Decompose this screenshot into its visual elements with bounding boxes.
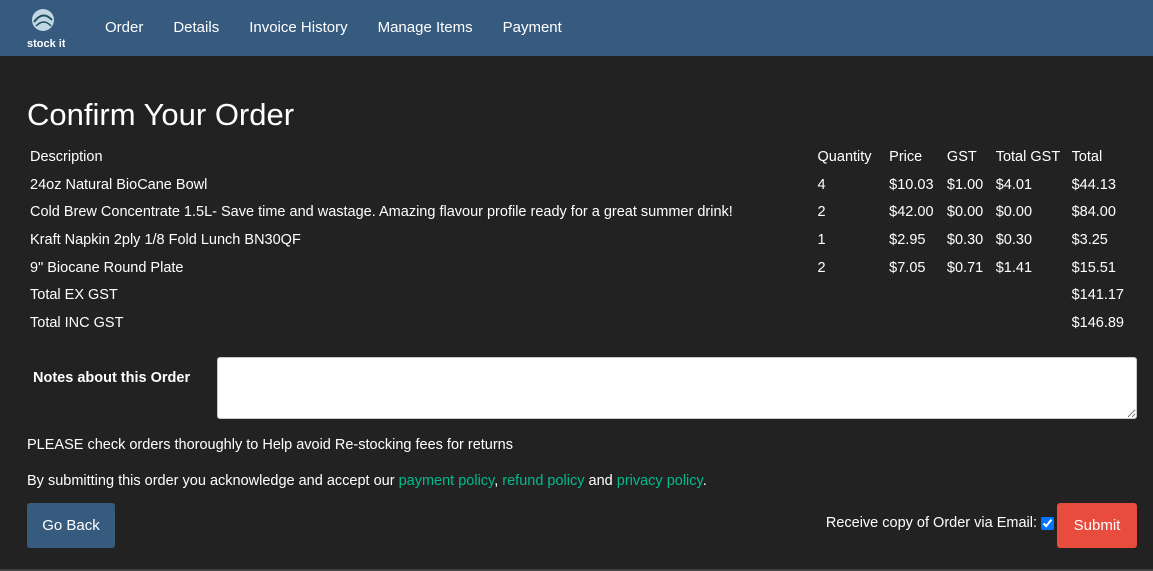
row-description: Cold Brew Concentrate 1.5L- Save time an… bbox=[30, 204, 733, 221]
logo-text: stock it bbox=[27, 38, 65, 50]
row-price: $7.05 bbox=[889, 259, 926, 276]
page-title: Confirm Your Order bbox=[27, 97, 295, 132]
header-price: Price bbox=[889, 149, 923, 165]
table-row: Kraft Napkin 2ply 1/8 Fold Lunch BN30QF … bbox=[27, 226, 1127, 254]
nav-details[interactable]: Details bbox=[158, 0, 234, 56]
total-inc-gst-label: Total INC GST bbox=[30, 314, 124, 331]
total-ex-gst-value: $141.17 bbox=[1071, 287, 1124, 304]
header-total-gst: Total GST bbox=[995, 149, 1061, 165]
row-description: Kraft Napkin 2ply 1/8 Fold Lunch BN30QF bbox=[30, 231, 301, 248]
row-total-gst: $1.41 bbox=[995, 259, 1033, 276]
row-total: $44.13 bbox=[1071, 176, 1116, 193]
row-price: $10.03 bbox=[889, 176, 934, 193]
table-row: 9" Biocane Round Plate 2 $7.05 $0.71 $1.… bbox=[27, 254, 1127, 282]
row-description: 24oz Natural BioCane Bowl bbox=[30, 176, 208, 193]
nav-manage-items[interactable]: Manage Items bbox=[363, 0, 488, 56]
header-description: Description bbox=[30, 149, 103, 165]
total-ex-gst-row: Total EX GST $141.17 bbox=[27, 281, 1127, 309]
header-quantity: Quantity bbox=[817, 149, 872, 165]
refund-policy-link[interactable]: refund policy bbox=[502, 473, 584, 489]
order-table: Description Quantity Price GST Total GST… bbox=[27, 143, 1127, 337]
email-copy-option: Receive copy of Order via Email: bbox=[826, 515, 1054, 531]
nav-links: Order Details Invoice History Manage Ite… bbox=[90, 0, 577, 56]
row-quantity: 4 bbox=[817, 176, 826, 193]
row-total: $15.51 bbox=[1071, 259, 1116, 276]
table-row: 24oz Natural BioCane Bowl 4 $10.03 $1.00… bbox=[27, 171, 1127, 199]
row-gst: $0.71 bbox=[946, 259, 984, 276]
row-quantity: 2 bbox=[817, 204, 826, 221]
email-copy-label: Receive copy of Order via Email: bbox=[825, 515, 1037, 531]
submit-button[interactable]: Submit bbox=[1057, 503, 1137, 548]
row-price: $42.00 bbox=[889, 204, 934, 221]
total-ex-gst-label: Total EX GST bbox=[30, 287, 118, 304]
nav-invoice-history[interactable]: Invoice History bbox=[234, 0, 362, 56]
header-total: Total bbox=[1071, 149, 1103, 165]
row-total-gst: $0.00 bbox=[995, 204, 1033, 221]
nav-payment[interactable]: Payment bbox=[488, 0, 577, 56]
ack-prefix: By submitting this order you acknowledge… bbox=[27, 473, 399, 489]
policy-acknowledgement: By submitting this order you acknowledge… bbox=[27, 473, 707, 489]
row-total: $3.25 bbox=[1071, 231, 1108, 248]
ack-suffix: . bbox=[702, 473, 707, 489]
email-copy-checkbox[interactable] bbox=[1041, 516, 1054, 530]
header-gst: GST bbox=[946, 149, 977, 165]
row-total-gst: $0.30 bbox=[995, 231, 1033, 248]
row-total: $84.00 bbox=[1071, 204, 1116, 221]
row-description: 9" Biocane Round Plate bbox=[30, 259, 184, 276]
ack-and: and bbox=[584, 473, 617, 489]
ack-separator: , bbox=[494, 473, 499, 489]
row-gst: $1.00 bbox=[946, 176, 984, 193]
payment-policy-link[interactable]: payment policy bbox=[399, 473, 495, 489]
navbar: stock it Order Details Invoice History M… bbox=[0, 0, 1153, 56]
restocking-warning: PLEASE check orders thoroughly to Help a… bbox=[27, 437, 513, 453]
table-header-row: Description Quantity Price GST Total GST… bbox=[27, 143, 1127, 171]
brand-logo[interactable]: stock it bbox=[25, 6, 65, 50]
table-row: Cold Brew Concentrate 1.5L- Save time an… bbox=[27, 199, 1127, 227]
nav-order[interactable]: Order bbox=[90, 0, 158, 56]
row-price: $2.95 bbox=[889, 231, 926, 248]
total-inc-gst-row: Total INC GST $146.89 bbox=[27, 309, 1127, 337]
row-quantity: 1 bbox=[817, 231, 826, 248]
privacy-policy-link[interactable]: privacy policy bbox=[617, 473, 703, 489]
row-quantity: 2 bbox=[817, 259, 826, 276]
row-gst: $0.00 bbox=[946, 204, 984, 221]
notes-textarea[interactable] bbox=[217, 357, 1137, 419]
total-inc-gst-value: $146.89 bbox=[1071, 314, 1124, 331]
row-total-gst: $4.01 bbox=[995, 176, 1033, 193]
notes-label: Notes about this Order bbox=[33, 370, 191, 386]
go-back-button[interactable]: Go Back bbox=[27, 503, 115, 548]
logo-graphic: stock it bbox=[27, 9, 65, 50]
row-gst: $0.30 bbox=[946, 231, 984, 248]
